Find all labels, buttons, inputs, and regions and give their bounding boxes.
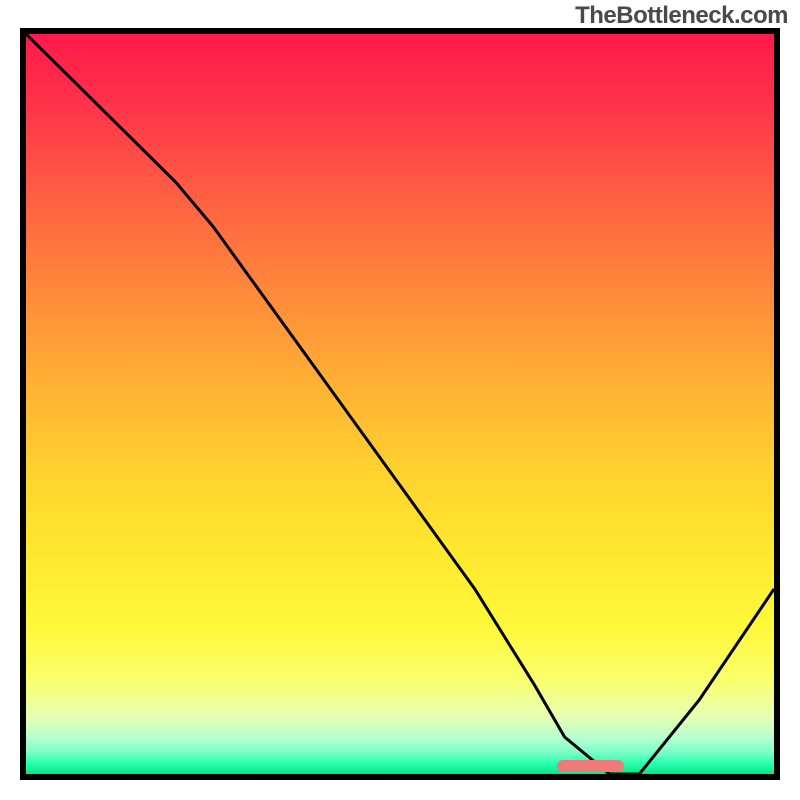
optimal-range-marker	[557, 760, 624, 772]
curve-path	[26, 34, 774, 774]
plot-area	[20, 28, 780, 780]
watermark-text: TheBottleneck.com	[575, 2, 788, 30]
chart-container: TheBottleneck.com	[0, 0, 800, 800]
bottleneck-curve	[26, 34, 774, 774]
